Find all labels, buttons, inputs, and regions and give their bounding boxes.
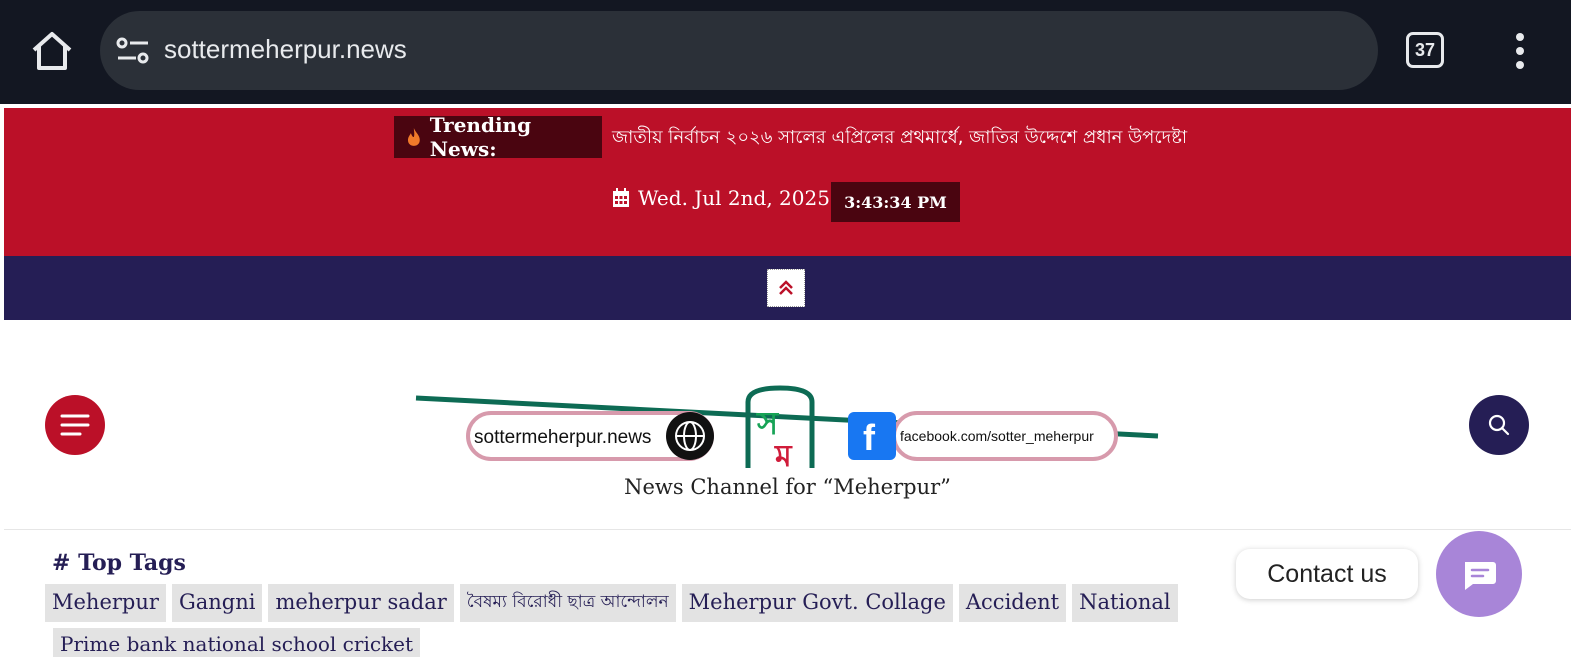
tag-link[interactable]: meherpur sadar [268,584,454,622]
contact-us-label[interactable]: Contact us [1236,549,1418,599]
search-icon [1488,414,1510,436]
calendar-icon [613,188,629,207]
flame-icon [407,128,420,146]
tag-link[interactable]: Meherpur [45,584,166,622]
tag-link[interactable]: National [1072,584,1178,622]
more-options-icon[interactable] [1510,32,1530,70]
svg-text:ম: ম [774,439,793,470]
clock-display: 3:43:34 PM [831,182,960,222]
top-bar: Trending News: জাতীয় নির্বাচন ২০২৬ সালে… [4,108,1571,260]
tag-link[interactable]: Gangni [171,584,263,622]
hamburger-icon [60,414,90,436]
svg-text:f: f [863,417,876,458]
chat-button[interactable] [1436,531,1522,617]
double-chevron-up-icon [779,280,793,295]
tag-link[interactable]: Prime bank national school cricket [53,628,421,657]
top-tags-heading: # Top Tags [52,550,186,576]
address-bar[interactable]: sottermeherpur.news [100,11,1378,90]
home-icon[interactable] [30,30,74,72]
chat-bubble-icon [1465,562,1496,590]
site-logo[interactable]: sottermeherpur.news স ম f facebook.com/s… [414,380,1160,470]
date-text: Wed. Jul 2nd, 2025 [638,186,830,210]
date-display: Wed. Jul 2nd, 2025 [612,186,830,210]
site-settings-icon[interactable] [116,37,150,65]
logo-facebook-text: facebook.com/sotter_meherpur [900,428,1094,444]
menu-button[interactable] [45,395,105,455]
tag-link[interactable]: বৈষম্য বিরোধী ছাত্র আন্দোলন [459,584,676,622]
site-header: sottermeherpur.news স ম f facebook.com/s… [4,320,1571,530]
browser-toolbar: sottermeherpur.news 37 [0,0,1571,104]
tag-link[interactable]: Meherpur Govt. Collage [681,584,953,622]
svg-text:স: স [756,404,780,442]
search-button[interactable] [1469,395,1529,455]
hash-icon: # [52,550,79,576]
toggle-button[interactable] [767,269,805,307]
tag-link[interactable]: Accident [958,584,1067,622]
trending-headline[interactable]: জাতীয় নির্বাচন ২০২৬ সালের এপ্রিলের প্রথ… [612,123,1187,154]
tag-list: Meherpur Gangni meherpur sadar বৈষম্য বি… [45,584,1225,657]
trending-label-box: Trending News: [394,113,602,161]
navigation-bar [4,256,1571,320]
site-tagline: News Channel for “Meherpur” [624,475,951,499]
trending-label: Trending News: [429,113,532,161]
tab-switcher-button[interactable]: 37 [1406,32,1444,68]
logo-site-text: sottermeherpur.news [474,427,651,448]
url-text[interactable]: sottermeherpur.news [164,34,407,65]
